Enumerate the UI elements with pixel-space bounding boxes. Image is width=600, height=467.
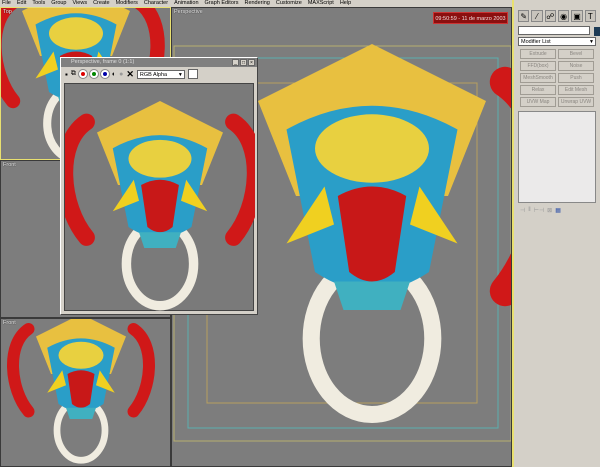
viewport-label: Perspective [174, 9, 203, 15]
color-swatch[interactable] [187, 69, 198, 79]
object-name-input[interactable] [518, 26, 600, 36]
rendered-frame-window: Perspective, frame 0 (1:1) _ □ × ▪ ⧉ ◐ ● ✕… [60, 57, 258, 315]
menu-tools[interactable]: Tools [32, 0, 45, 7]
menu-create[interactable]: Create [93, 0, 110, 7]
menu-file[interactable]: File [2, 0, 11, 7]
viewport-label: Top [3, 9, 12, 15]
command-panel: ✎ ⁄ ☍ ◉ ▣ T Modifier List ▼ Extrude Bevel… [512, 0, 600, 467]
viewport-left[interactable]: Front [0, 318, 171, 467]
alpha-channel-icon[interactable]: ◐ [112, 71, 116, 78]
frame-window-titlebar[interactable]: Perspective, frame 0 (1:1) _ □ × [61, 58, 257, 67]
uvw-map-button[interactable]: UVW Map [520, 97, 556, 107]
clone-icon[interactable]: ⧉ [71, 70, 76, 78]
display-icon[interactable]: ▣ [571, 10, 583, 22]
menu-help[interactable]: Help [340, 0, 351, 7]
remove-modifier-icon[interactable]: ⊠ [547, 207, 552, 214]
edit-mesh-button[interactable]: Edit Mesh [558, 85, 594, 95]
close-button[interactable]: × [248, 59, 255, 66]
make-unique-icon[interactable]: ⊢⊣ [534, 207, 544, 214]
relax-button[interactable]: Relax [520, 85, 556, 95]
mask-render [1, 319, 171, 467]
extrude-button[interactable]: Extrude [520, 49, 556, 59]
unwrap-uvw-button[interactable]: Unwrap UVW [558, 97, 594, 107]
modifier-list-dropdown[interactable]: Modifier List ▼ [518, 37, 596, 46]
green-channel-toggle[interactable] [88, 69, 99, 79]
chevron-down-icon: ▼ [177, 71, 183, 78]
clear-icon[interactable]: ✕ [126, 69, 134, 80]
menu-edit[interactable]: Edit [17, 0, 26, 7]
menu-graph-editors[interactable]: Graph Editors [205, 0, 239, 7]
blue-channel-toggle[interactable] [99, 69, 110, 79]
red-channel-toggle[interactable] [77, 69, 88, 79]
show-end-result-icon[interactable]: ‖ [528, 207, 530, 214]
save-icon[interactable]: ▪ [65, 70, 68, 79]
object-color-swatch[interactable] [594, 27, 600, 36]
channel-select[interactable]: RGB Alpha ▼ [136, 69, 185, 79]
menu-group[interactable]: Group [51, 0, 66, 7]
monochrome-icon[interactable]: ● [119, 71, 123, 78]
frame-window-title: Perspective, frame 0 (1:1) [71, 59, 135, 65]
menu-rendering[interactable]: Rendering [244, 0, 269, 7]
configure-sets-icon[interactable]: ▦ [555, 207, 561, 214]
utilities-icon[interactable]: T [584, 10, 596, 22]
ffd-box-button[interactable]: FFD(box) [520, 61, 556, 71]
motion-icon[interactable]: ◉ [557, 10, 570, 22]
meshsmooth-button[interactable]: MeshSmooth [520, 73, 556, 83]
menu-customize[interactable]: Customize [276, 0, 302, 7]
menu-maxscript[interactable]: MAXScript [308, 0, 334, 7]
modifier-stack[interactable] [518, 111, 596, 203]
menu-character[interactable]: Character [144, 0, 168, 7]
menu-modifiers[interactable]: Modifiers [116, 0, 138, 7]
mask-render [65, 84, 255, 312]
menu-animation[interactable]: Animation [174, 0, 198, 7]
clock-display: 09:50:59 - 11 de marzo 2003 [433, 12, 508, 24]
viewport-label: Front [3, 320, 16, 326]
modifier-list-label: Modifier List [521, 39, 551, 45]
channel-label: RGB Alpha [139, 71, 168, 78]
modify-icon[interactable]: ⁄ [531, 10, 543, 22]
rendered-image [64, 83, 254, 311]
viewport-label: Front [3, 162, 16, 168]
menu-bar: File Edit Tools Group Views Create Modif… [0, 0, 512, 7]
bevel-button[interactable]: Bevel [558, 49, 594, 59]
noise-button[interactable]: Noise [558, 61, 594, 71]
chevron-down-icon: ▼ [589, 39, 594, 45]
menu-views[interactable]: Views [73, 0, 88, 7]
minimize-button[interactable]: _ [232, 59, 239, 66]
maximize-button[interactable]: □ [240, 59, 247, 66]
hierarchy-icon[interactable]: ☍ [544, 10, 556, 22]
pin-stack-icon[interactable]: ⊣ [520, 207, 525, 214]
create-icon[interactable]: ✎ [518, 10, 530, 22]
push-button[interactable]: Push [558, 73, 594, 83]
